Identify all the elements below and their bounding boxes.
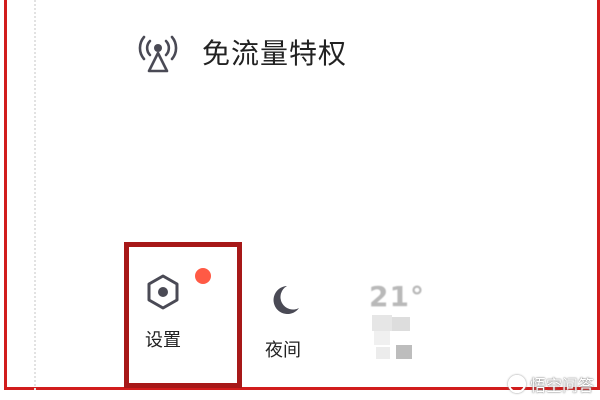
watermark-text: 悟空问答 [529,376,594,395]
free-data-privilege-item[interactable]: 免流量特权 [134,22,347,82]
watermark: 悟空问答 [507,372,594,396]
moon-icon [263,282,303,322]
night-mode-label: 夜间 [265,340,301,361]
wukong-logo-icon [507,375,526,393]
settings-highlight-box [124,242,242,388]
screenshot: 免流量特权 设置 夜间 21° 悟空问答 [0,0,600,400]
weather-widget[interactable]: 21° [362,280,432,363]
weather-temperature: 21° [369,280,425,313]
free-data-privilege-label: 免流量特权 [202,37,348,70]
weather-pixelated-area [362,313,432,363]
night-mode-button[interactable]: 夜间 [250,282,316,362]
dotted-guide [34,0,36,390]
broadcast-signal-icon [134,29,182,75]
